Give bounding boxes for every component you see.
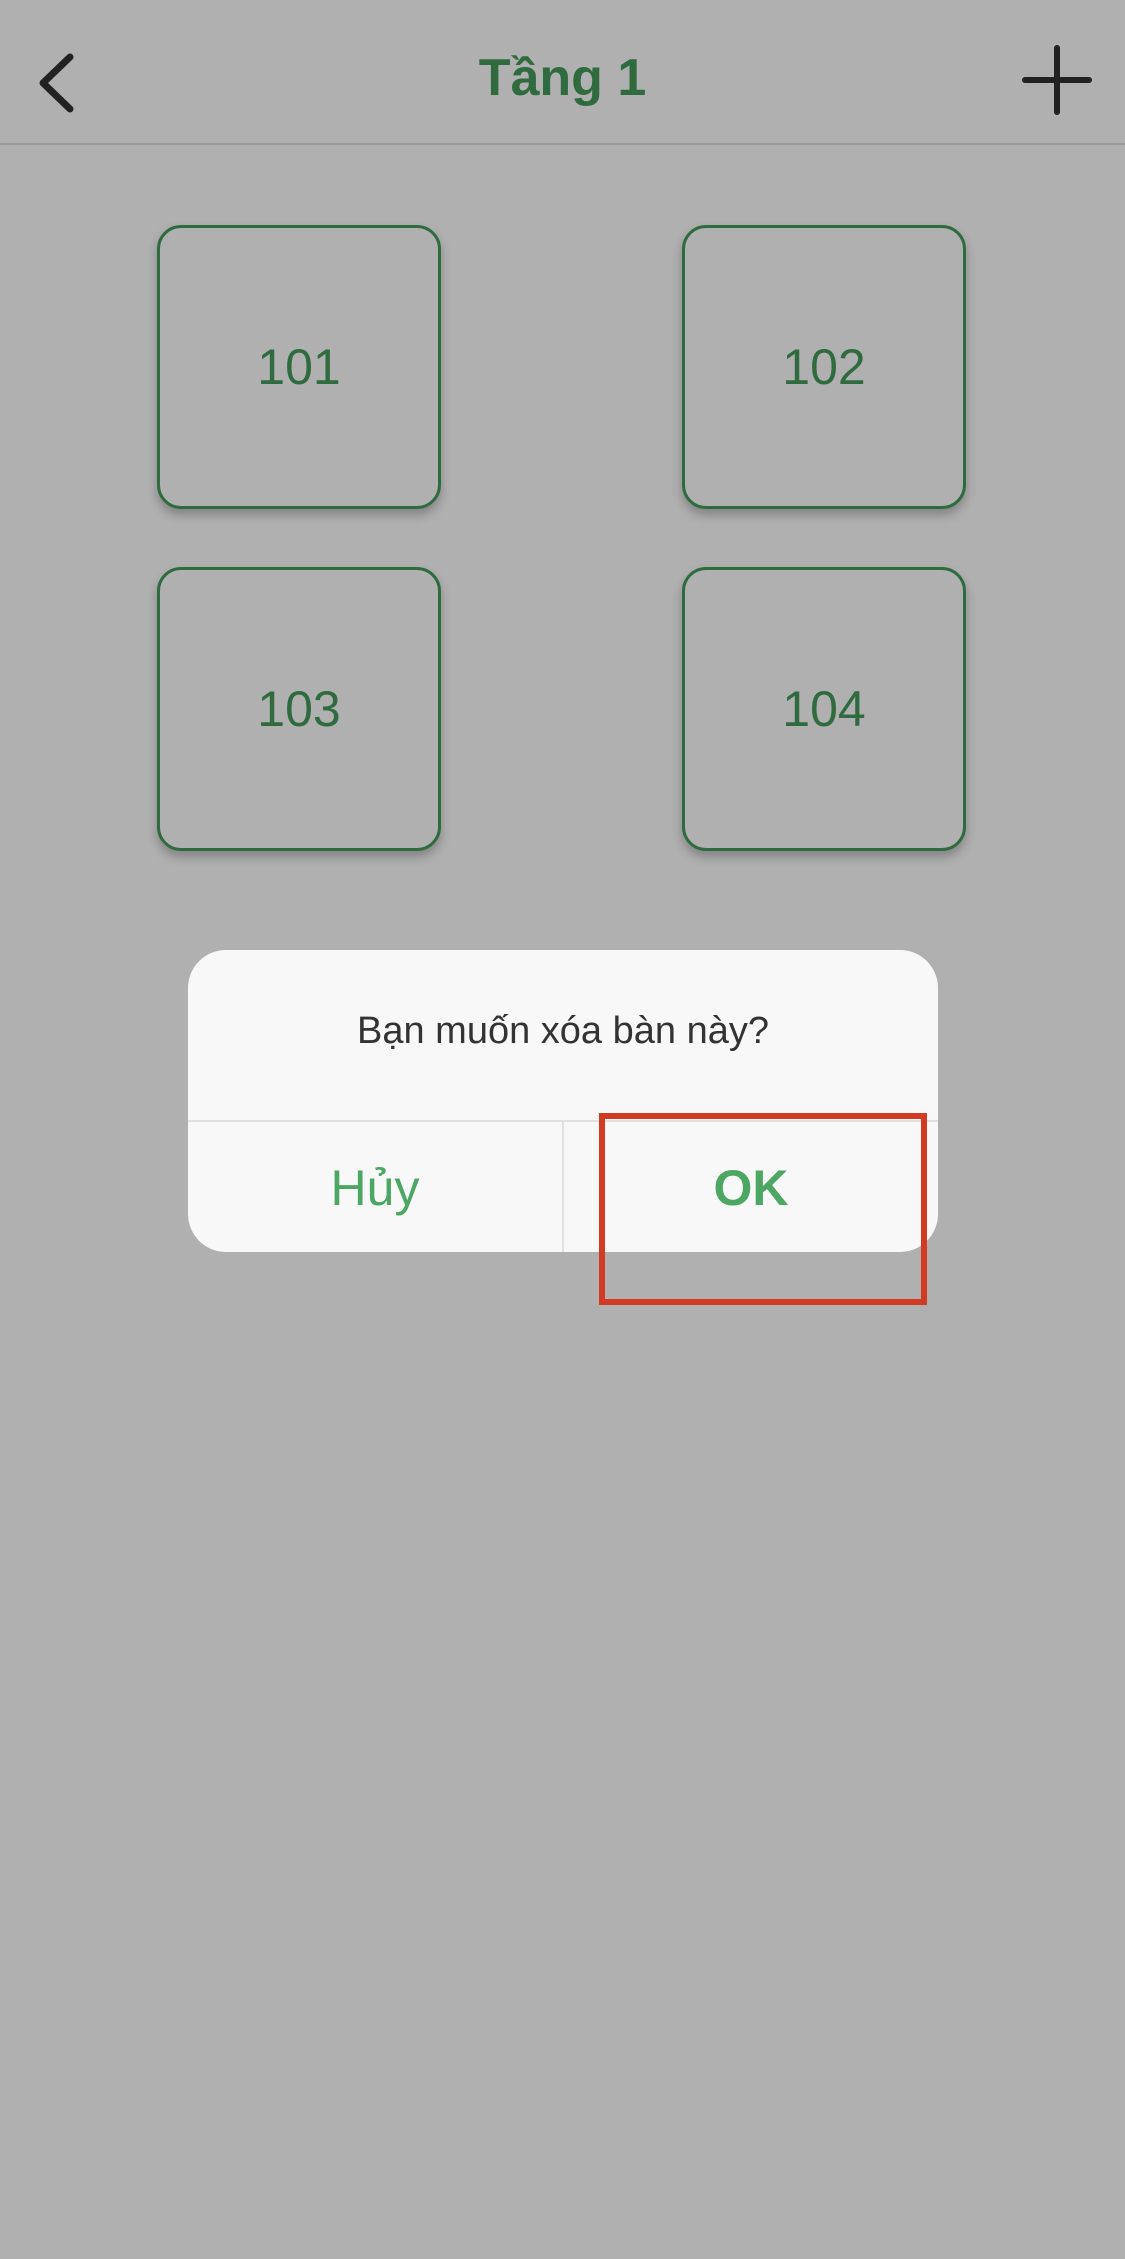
- table-card-104[interactable]: 104: [682, 567, 966, 851]
- table-label: 104: [782, 681, 866, 737]
- dialog-actions: Hủy OK: [188, 1120, 938, 1252]
- delete-confirm-dialog: Bạn muốn xóa bàn này? Hủy OK: [188, 950, 938, 1252]
- table-label: 102: [782, 339, 866, 395]
- cancel-button[interactable]: Hủy: [188, 1122, 562, 1252]
- table-label: 103: [257, 681, 341, 737]
- table-card-103[interactable]: 103: [157, 567, 441, 851]
- table-grid: 101 102 103 104: [0, 0, 1125, 900]
- table-card-102[interactable]: 102: [682, 225, 966, 509]
- table-label: 101: [257, 339, 341, 395]
- table-card-101[interactable]: 101: [157, 225, 441, 509]
- ok-button[interactable]: OK: [562, 1122, 938, 1252]
- dialog-message: Bạn muốn xóa bàn này?: [357, 1010, 769, 1052]
